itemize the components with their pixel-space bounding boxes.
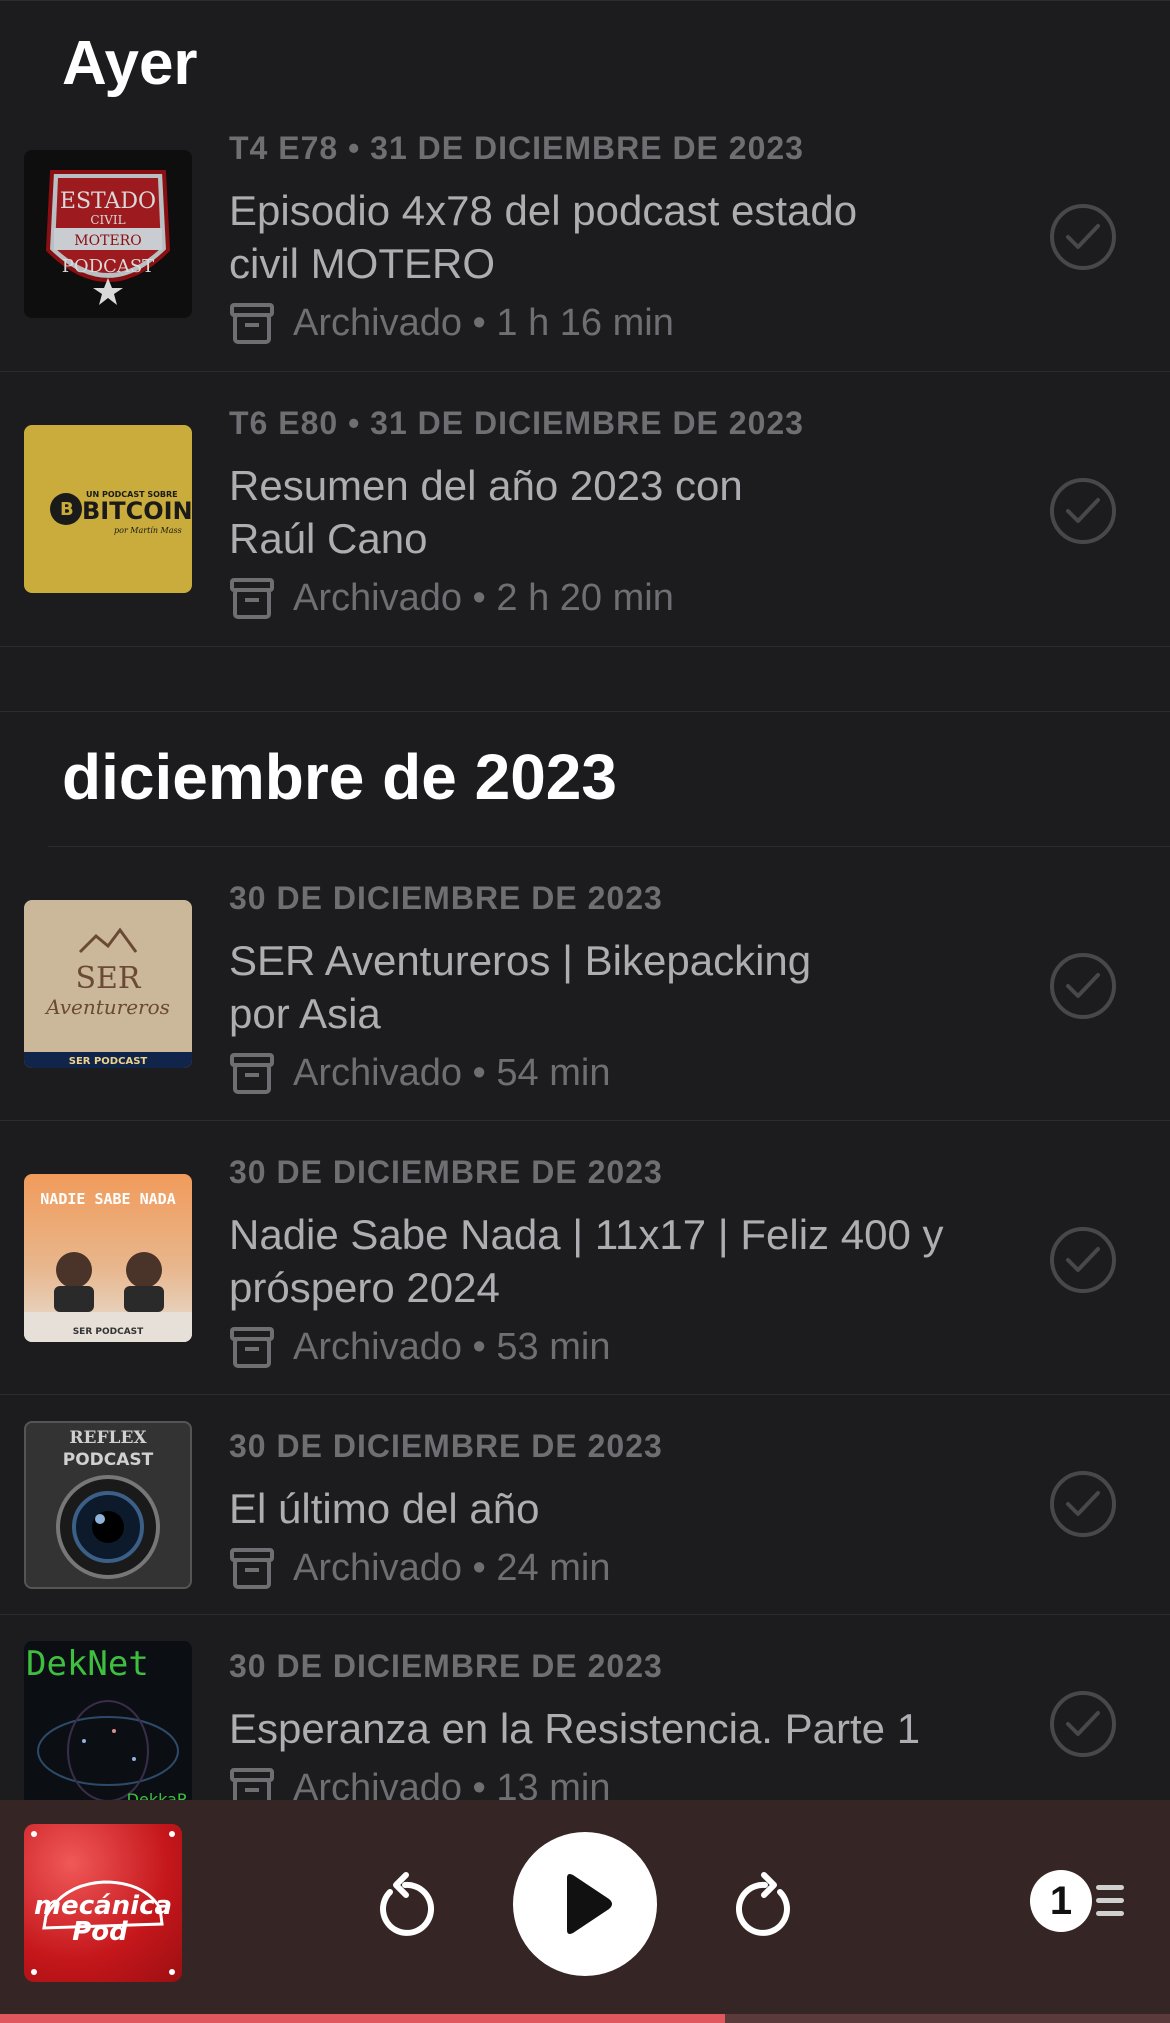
section-title-ayer: Ayer — [62, 29, 198, 98]
played-check-icon[interactable] — [1050, 953, 1116, 1019]
episode-status: Archivado • 54 min — [229, 1050, 610, 1096]
episode-row[interactable]: ESTADO CIVIL MOTERO PODCAST T4 E78 • 31 … — [0, 112, 1170, 372]
now-playing-artwork[interactable]: mecánica Pod — [24, 1824, 182, 1982]
playback-progress-fill — [0, 2014, 726, 2023]
playback-progress[interactable] — [0, 2014, 1170, 2023]
mini-player[interactable]: mecánica Pod 1 — [0, 1800, 1170, 2023]
episode-title: Resumen del año 2023 con Raúl Cano — [229, 462, 743, 562]
episode-row[interactable]: REFLEX PODCAST 30 DE DICIEMBRE DE 2023 E… — [0, 1395, 1170, 1615]
svg-text:BITCOIN: BITCOIN — [82, 497, 192, 525]
svg-text:REFLEX: REFLEX — [69, 1428, 147, 1448]
episode-meta: 30 DE DICIEMBRE DE 2023 — [229, 1648, 663, 1684]
podcast-artwork: ESTADO CIVIL MOTERO PODCAST — [24, 150, 192, 318]
podcast-artwork: DekNet DekkaR — [24, 1641, 192, 1809]
skip-back-icon[interactable] — [370, 1870, 440, 1940]
svg-text:SER PODCAST: SER PODCAST — [73, 1327, 144, 1337]
episode-title: Nadie Sabe Nada | 11x17 | Feliz 400 y pr… — [229, 1211, 944, 1311]
svg-text:B: B — [60, 499, 74, 520]
episode-meta: 30 DE DICIEMBRE DE 2023 — [229, 880, 663, 916]
episode-status: Archivado • 1 h 16 min — [229, 300, 674, 346]
played-check-icon[interactable] — [1050, 1227, 1116, 1293]
podcast-artwork: B UN PODCAST SOBRE BITCOIN por Martín Ma… — [24, 425, 192, 593]
svg-text:PODCAST: PODCAST — [63, 1450, 154, 1470]
episode-meta: T4 E78 • 31 DE DICIEMBRE DE 2023 — [229, 130, 804, 166]
episode-title: Episodio 4x78 del podcast estado civil M… — [229, 187, 858, 287]
svg-text:por Martín Mass: por Martín Mass — [114, 526, 182, 535]
played-check-icon[interactable] — [1050, 204, 1116, 270]
play-button[interactable] — [513, 1832, 657, 1976]
skip-forward-icon[interactable] — [730, 1870, 800, 1940]
artwork-text: ESTADO — [60, 189, 156, 214]
episode-title: SER Aventureros | Bikepacking por Asia — [229, 937, 812, 1037]
archive-icon — [229, 575, 275, 621]
svg-text:SER PODCAST: SER PODCAST — [69, 1056, 148, 1067]
episode-row[interactable]: SER Aventureros SER PODCAST 30 DE DICIEM… — [0, 847, 1170, 1121]
podcast-artwork: REFLEX PODCAST — [24, 1421, 192, 1589]
episode-meta: 30 DE DICIEMBRE DE 2023 — [229, 1428, 663, 1464]
svg-text:NADIE SABE NADA: NADIE SABE NADA — [40, 1190, 175, 1208]
section-title-diciembre: diciembre de 2023 — [62, 741, 617, 813]
svg-text:SER: SER — [75, 961, 141, 996]
played-check-icon[interactable] — [1050, 1691, 1116, 1757]
archive-icon — [229, 300, 275, 346]
svg-text:Aventureros: Aventureros — [44, 995, 170, 1019]
played-check-icon[interactable] — [1050, 1471, 1116, 1537]
episode-meta: T6 E80 • 31 DE DICIEMBRE DE 2023 — [229, 405, 804, 441]
section-spacer — [0, 646, 1170, 712]
archive-icon — [229, 1324, 275, 1370]
svg-text:PODCAST: PODCAST — [62, 256, 154, 277]
played-check-icon[interactable] — [1050, 478, 1116, 544]
svg-text:CIVIL: CIVIL — [90, 213, 125, 227]
queue-list-icon — [1096, 1885, 1124, 1916]
episode-row[interactable]: NADIE SABE NADA SER PODCAST 30 DE DICIEM… — [0, 1121, 1170, 1395]
queue-button[interactable]: 1 — [1030, 1870, 1126, 1932]
archive-icon — [229, 1050, 275, 1096]
episode-title: El último del año — [229, 1485, 540, 1532]
podcast-artwork: NADIE SABE NADA SER PODCAST — [24, 1174, 192, 1342]
episode-meta: 30 DE DICIEMBRE DE 2023 — [229, 1154, 663, 1190]
episode-title: Esperanza en la Resistencia. Parte 1 — [229, 1705, 921, 1752]
queue-count-badge: 1 — [1030, 1870, 1092, 1932]
svg-text:MOTERO: MOTERO — [74, 233, 141, 249]
top-divider — [0, 0, 1170, 1]
episode-status: Archivado • 24 min — [229, 1545, 610, 1591]
episode-row[interactable]: B UN PODCAST SOBRE BITCOIN por Martín Ma… — [0, 372, 1170, 646]
svg-text:Pod: Pod — [72, 1917, 128, 1947]
svg-text:DekNet: DekNet — [26, 1644, 149, 1684]
episode-status: Archivado • 53 min — [229, 1324, 610, 1370]
podcast-artwork: SER Aventureros SER PODCAST — [24, 900, 192, 1068]
episode-status: Archivado • 2 h 20 min — [229, 575, 674, 621]
archive-icon — [229, 1545, 275, 1591]
episodes-screen: Ayer ESTADO CIVIL MOTERO PODCAST T4 E78 … — [0, 0, 1170, 2023]
